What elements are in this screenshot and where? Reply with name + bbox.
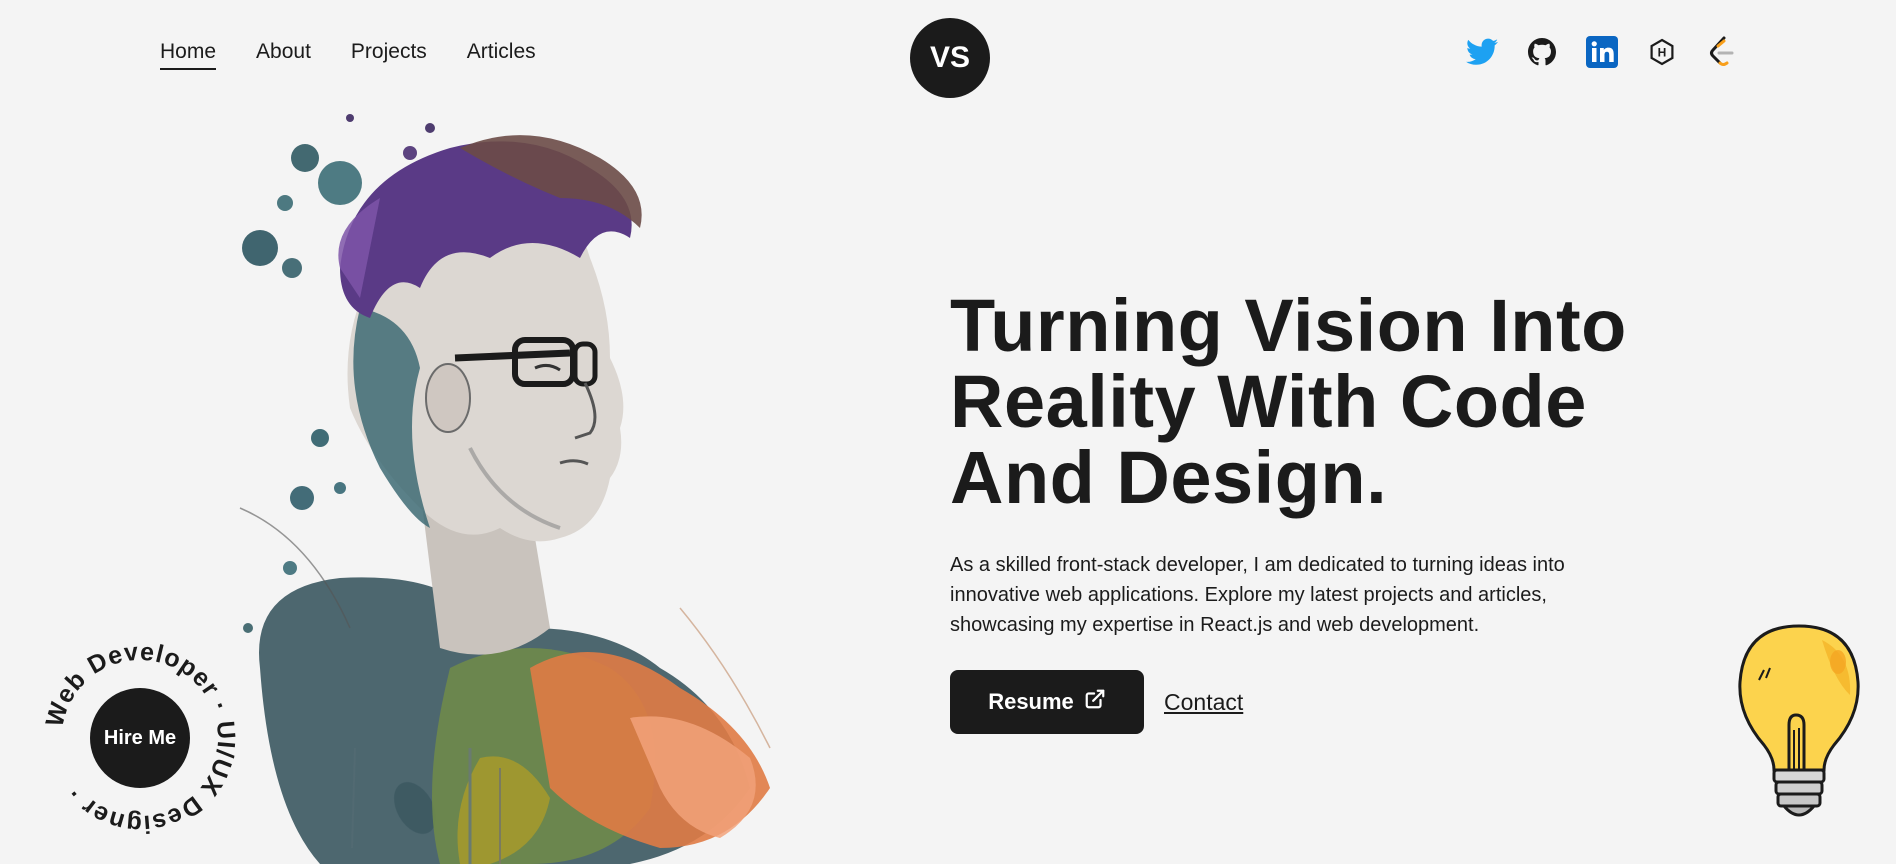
resume-button-label: Resume (988, 689, 1074, 714)
hero-description-line: innovative web applications. Explore my … (950, 584, 1547, 606)
hero-portrait-illustration (230, 108, 800, 864)
hire-me-button[interactable]: Hire Me (90, 688, 190, 788)
external-link-icon (1084, 688, 1106, 716)
leetcode-icon[interactable] (1706, 36, 1738, 68)
hero-section: Turning Vision Into Reality With Code An… (950, 288, 1770, 734)
svg-text:H: H (1658, 46, 1667, 60)
resume-button[interactable]: Resume (950, 670, 1144, 734)
hero-actions: Resume Contact (950, 670, 1770, 734)
github-icon[interactable] (1526, 36, 1558, 68)
linkedin-icon[interactable] (1586, 36, 1618, 68)
hashnode-icon[interactable]: H (1646, 36, 1678, 68)
social-links: H (1466, 36, 1738, 68)
contact-link[interactable]: Contact (1164, 689, 1243, 716)
nav-link-projects[interactable]: Projects (351, 40, 427, 70)
hero-title-line: And Design. (950, 436, 1388, 519)
hero-title-line: Reality With Code (950, 360, 1587, 443)
nav-link-about[interactable]: About (256, 40, 311, 70)
hero-description-line: As a skilled front-stack developer, I am… (950, 554, 1565, 576)
site-logo[interactable]: VS (910, 18, 990, 98)
nav-link-articles[interactable]: Articles (467, 40, 536, 70)
hero-description-line: showcasing my expertise in React.js and … (950, 614, 1480, 636)
lightbulb-icon (1734, 620, 1864, 830)
hero-description: As a skilled front-stack developer, I am… (950, 550, 1680, 640)
main-nav: Home About Projects Articles (160, 40, 536, 70)
hero-title: Turning Vision Into Reality With Code An… (950, 288, 1770, 516)
site-header: Home About Projects Articles VS H (0, 0, 1896, 110)
twitter-icon[interactable] (1466, 36, 1498, 68)
hire-me-badge: Web Developer · UI/UX Designer · Hire Me (38, 636, 242, 840)
nav-link-home[interactable]: Home (160, 40, 217, 70)
hero-title-line: Turning Vision Into (950, 284, 1627, 367)
